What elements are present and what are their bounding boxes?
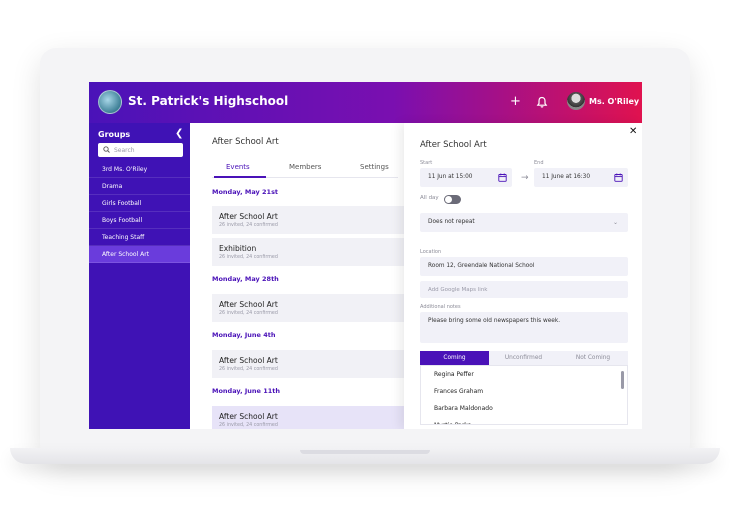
app-screen: St. Patrick's Highschool + Ms. O'Riley G… (89, 82, 642, 429)
school-logo (98, 90, 122, 114)
event-name: After School Art (219, 412, 278, 421)
active-tab-indicator (214, 176, 266, 178)
event-name: After School Art (219, 300, 278, 309)
event-card[interactable]: After School Art 26 invited, 24 confirme… (212, 350, 404, 378)
repeat-select[interactable]: Does not repeat ⌄ (420, 213, 628, 232)
user-name[interactable]: Ms. O'Riley (589, 97, 639, 106)
top-bar: St. Patrick's Highschool + Ms. O'Riley (89, 82, 642, 123)
event-card[interactable]: Exhibition 26 invited, 24 confirmed (212, 238, 404, 266)
event-stats: 26 invited, 24 confirmed (219, 423, 278, 428)
calendar-icon[interactable] (614, 173, 623, 182)
tab-events[interactable]: Events (226, 163, 250, 171)
group-list: 3rd Ms. O'Riley Drama Girls Football Boy… (89, 161, 190, 263)
search-input[interactable] (114, 144, 180, 156)
repeat-value: Does not repeat (428, 219, 475, 225)
location-label: Location (420, 249, 442, 255)
close-icon[interactable]: ✕ (629, 126, 637, 137)
sidebar-item-after-school-art[interactable]: After School Art (89, 246, 190, 263)
event-card[interactable]: After School Art 26 invited, 24 confirme… (212, 294, 404, 322)
tab-settings[interactable]: Settings (360, 163, 389, 171)
chevron-down-icon: ⌄ (612, 219, 618, 226)
event-stats: 26 invited, 24 confirmed (219, 223, 278, 228)
sidebar-title: Groups (98, 130, 131, 139)
event-detail-panel: ✕ After School Art Start 11 Jun at 15:00… (404, 123, 642, 429)
allday-toggle[interactable] (444, 195, 461, 204)
plus-icon[interactable]: + (510, 94, 521, 109)
sidebar-item-3rd-ms-oriley[interactable]: 3rd Ms. O'Riley (89, 161, 190, 178)
list-item[interactable]: Regina Peffer (421, 366, 627, 383)
device-frame: St. Patrick's Highschool + Ms. O'Riley G… (0, 0, 730, 530)
rsvp-tabs: Coming Unconfirmed Not Coming (420, 351, 628, 365)
app-title: St. Patrick's Highschool (128, 94, 289, 108)
list-item[interactable]: Barbara Maldonado (421, 400, 627, 417)
end-date-value: 11 June at 16:30 (542, 174, 591, 180)
tab-members[interactable]: Members (289, 163, 321, 171)
search-box[interactable] (98, 143, 183, 157)
sidebar-item-drama[interactable]: Drama (89, 178, 190, 195)
location-value: Room 12, Greendale National School (428, 263, 535, 269)
chevron-left-icon[interactable]: ❮ (175, 128, 183, 139)
tab-unconfirmed[interactable]: Unconfirmed (489, 351, 558, 365)
sidebar-item-girls-football[interactable]: Girls Football (89, 195, 190, 212)
group-title: After School Art (212, 137, 279, 147)
event-detail-title: After School Art (420, 140, 487, 150)
event-name: After School Art (219, 212, 278, 221)
maps-link-field[interactable]: Add Google Maps link (420, 281, 628, 298)
tab-not-coming[interactable]: Not Coming (558, 351, 628, 365)
tab-coming[interactable]: Coming (420, 351, 489, 365)
event-stats: 26 invited, 24 confirmed (219, 255, 278, 260)
end-label: End (534, 160, 544, 166)
avatar[interactable] (567, 92, 585, 110)
list-item[interactable]: Frances Graham (421, 383, 627, 400)
notes-value: Please bring some old newspapers this we… (428, 318, 561, 324)
allday-label: All day (420, 195, 439, 201)
event-card[interactable]: After School Art 26 invited, 24 confirme… (212, 206, 404, 234)
sidebar-item-teaching-staff[interactable]: Teaching Staff (89, 229, 190, 246)
arrow-right-icon: → (521, 173, 529, 183)
start-date-field[interactable]: 11 Jun at 15:00 (420, 168, 512, 187)
bell-icon[interactable] (536, 96, 548, 109)
events-pane: After School Art Events Members Settings… (190, 123, 404, 429)
date-header: Monday, May 28th (212, 275, 279, 283)
notes-field[interactable]: Please bring some old newspapers this we… (420, 312, 628, 343)
attendee-list: Regina Peffer Frances Graham Barbara Mal… (420, 365, 628, 425)
notes-label: Additional notes (420, 304, 461, 310)
location-field[interactable]: Room 12, Greendale National School (420, 257, 628, 276)
groups-sidebar: Groups ❮ 3rd Ms. O'Riley Drama Girls Foo… (89, 123, 190, 429)
end-date-field[interactable]: 11 June at 16:30 (534, 168, 628, 187)
start-date-value: 11 Jun at 15:00 (428, 174, 473, 180)
scrollbar[interactable] (621, 371, 624, 389)
event-stats: 26 invited, 24 confirmed (219, 311, 278, 316)
event-card-selected[interactable]: After School Art 26 invited, 24 confirme… (212, 406, 404, 429)
sidebar-item-boys-football[interactable]: Boys Football (89, 212, 190, 229)
maps-link-placeholder: Add Google Maps link (428, 287, 488, 293)
list-item[interactable]: Myrtie Parks (421, 417, 627, 424)
date-header: Monday, June 4th (212, 331, 276, 339)
date-header: Monday, June 11th (212, 387, 280, 395)
laptop-notch (300, 450, 430, 454)
group-tabs: Events Members Settings (212, 160, 398, 178)
start-label: Start (420, 160, 433, 166)
event-stats: 26 invited, 24 confirmed (219, 367, 278, 372)
search-icon (103, 146, 110, 153)
date-header: Monday, May 21st (212, 188, 279, 196)
event-name: After School Art (219, 356, 278, 365)
event-name: Exhibition (219, 244, 257, 253)
calendar-icon[interactable] (498, 173, 507, 182)
